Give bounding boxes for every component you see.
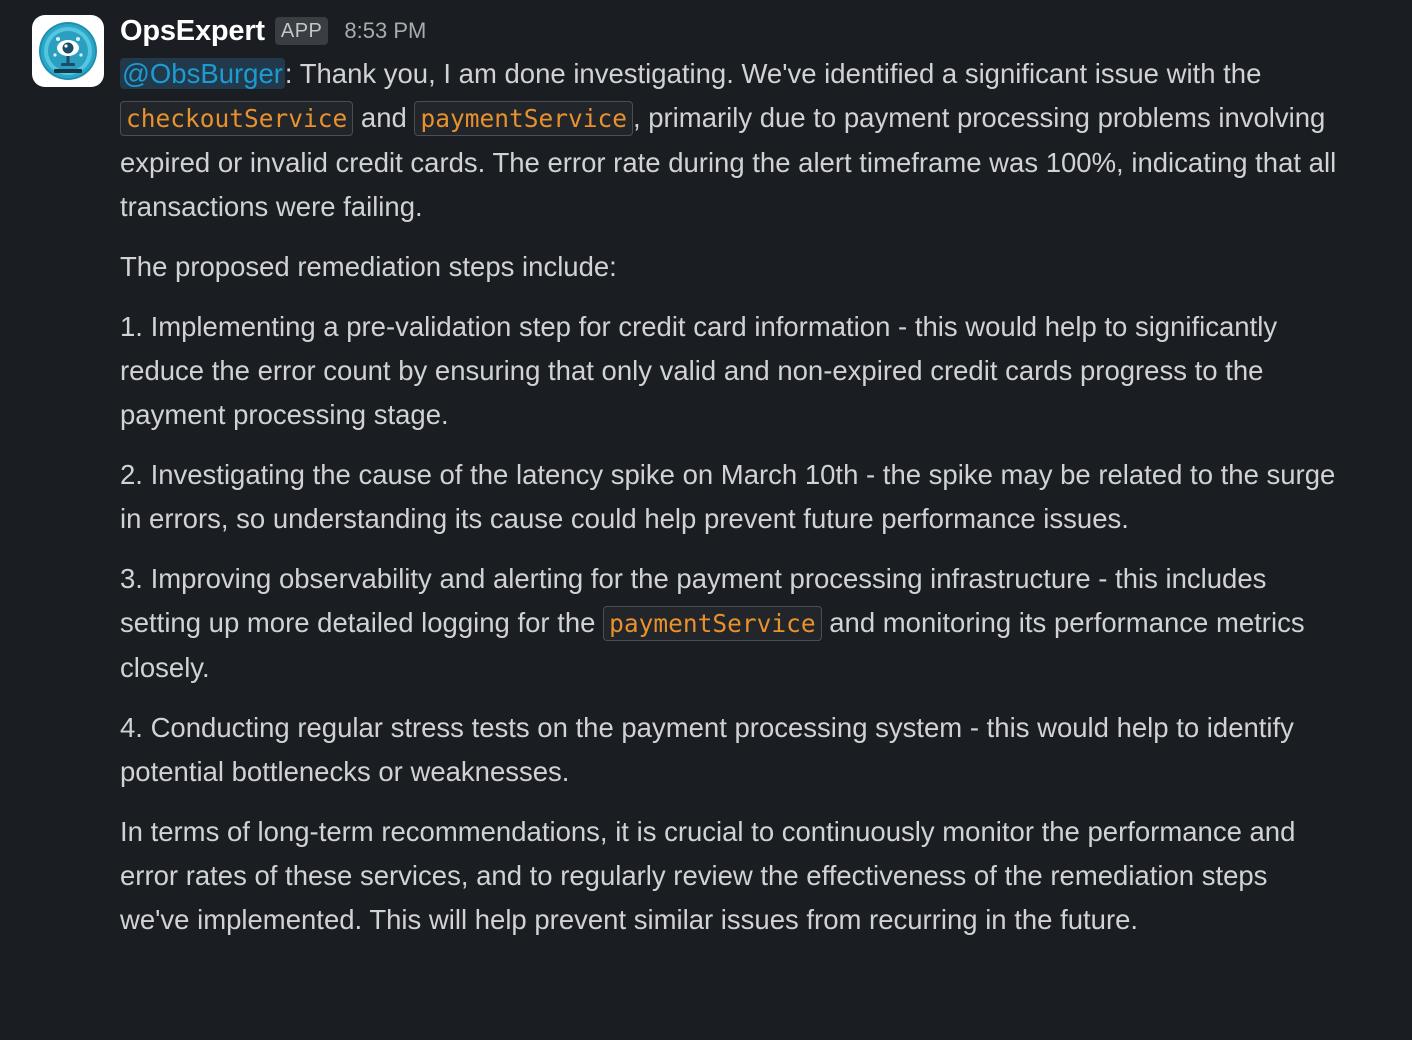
message-paragraph-intro: The proposed remediation steps include: <box>120 251 617 282</box>
timestamp[interactable]: 8:53 PM <box>344 18 426 44</box>
avatar[interactable] <box>32 15 104 87</box>
app-badge: APP <box>274 17 329 45</box>
message-header: OpsExpert APP 8:53 PM <box>120 10 1340 52</box>
inline-code-payment-service: paymentService <box>603 606 822 641</box>
remediation-step-1: 1. Implementing a pre-validation step fo… <box>120 311 1278 430</box>
inline-code-payment-service: paymentService <box>414 101 633 136</box>
message-content: OpsExpert APP 8:53 PM @ObsBurger: Thank … <box>120 10 1340 942</box>
message-paragraph-long-term: In terms of long-term recommendations, i… <box>120 816 1296 935</box>
remediation-step-2: 2. Investigating the cause of the latenc… <box>120 459 1336 534</box>
remediation-step-3: 3. Improving observability and alerting … <box>120 557 1340 690</box>
robot-eye-icon <box>39 22 97 80</box>
sender-name[interactable]: OpsExpert <box>120 15 265 48</box>
summary-text-b: and <box>353 102 415 133</box>
user-mention[interactable]: @ObsBurger <box>120 58 285 89</box>
inline-code-checkout-service: checkoutService <box>120 101 354 136</box>
summary-text-a: : Thank you, I am done investigating. We… <box>284 58 1262 89</box>
message-paragraph-summary: @ObsBurger: Thank you, I am done investi… <box>120 52 1340 229</box>
chat-message: OpsExpert APP 8:53 PM @ObsBurger: Thank … <box>0 0 1412 1040</box>
remediation-step-4: 4. Conducting regular stress tests on th… <box>120 712 1294 787</box>
